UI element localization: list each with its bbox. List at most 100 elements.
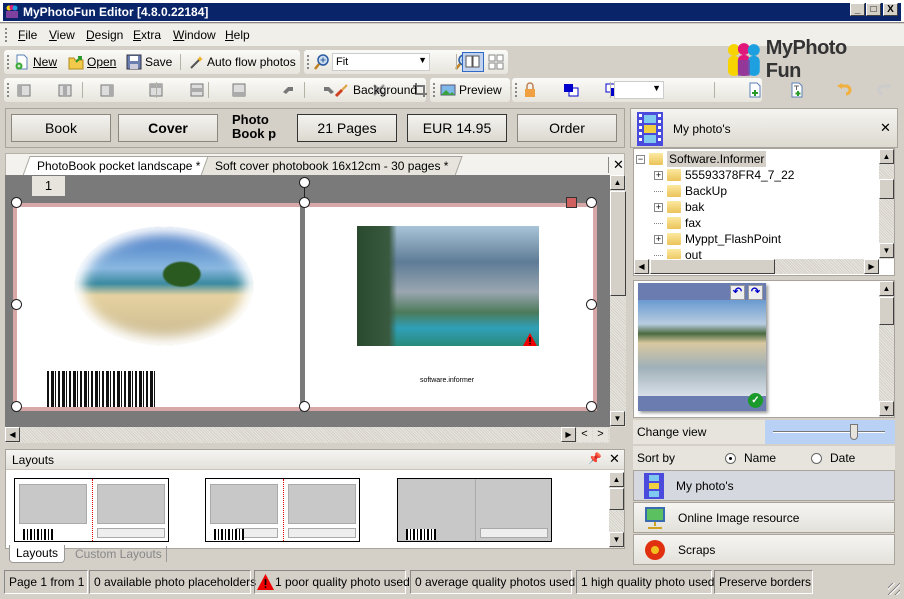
bring-forward-icon[interactable] xyxy=(280,82,296,98)
two-page-view-button[interactable] xyxy=(462,52,484,72)
cover-button[interactable]: Cover xyxy=(118,114,218,142)
undo-icon[interactable] xyxy=(836,82,852,98)
redo-icon[interactable] xyxy=(877,82,893,98)
book-button[interactable]: Book xyxy=(11,114,111,142)
expand-icon[interactable]: + xyxy=(654,234,663,244)
expand-icon[interactable]: + xyxy=(654,202,663,212)
canvas-horizontal-scrollbar[interactable]: ◀ ▶ < > xyxy=(5,427,610,443)
resize-handle[interactable] xyxy=(586,401,597,412)
lock-icon[interactable] xyxy=(522,82,538,98)
zoom-select[interactable]: Fit ▼ xyxy=(332,53,430,71)
section-my-photos[interactable]: My photo's xyxy=(633,470,895,501)
minimize-button[interactable]: _ xyxy=(850,3,865,16)
beach-photo[interactable] xyxy=(75,227,253,345)
close-tab-icon[interactable]: ✕ xyxy=(608,157,624,173)
scroll-thumb[interactable] xyxy=(879,179,894,199)
tree-item[interactable]: fax xyxy=(654,215,701,231)
resize-grip-icon[interactable] xyxy=(888,583,900,595)
close-panel-icon[interactable]: ✕ xyxy=(609,451,620,467)
resize-handle[interactable] xyxy=(11,197,22,208)
thumbs-scrollbar[interactable]: ▲ ▼ xyxy=(879,281,894,417)
resize-handle[interactable] xyxy=(11,401,22,412)
resize-handle[interactable] xyxy=(299,401,310,412)
pin-icon[interactable]: 📌 xyxy=(588,452,602,465)
menu-window[interactable]: Window xyxy=(173,28,216,42)
align-right-icon[interactable] xyxy=(99,82,115,98)
menu-file[interactable]: File xyxy=(18,28,37,42)
layout-thumbnail[interactable] xyxy=(397,478,552,542)
previous-page-button[interactable]: < xyxy=(577,428,592,442)
expand-icon[interactable]: + xyxy=(654,170,663,180)
scroll-left-icon[interactable]: ◀ xyxy=(5,427,20,442)
scroll-thumb[interactable] xyxy=(650,259,775,274)
align-middle-icon[interactable] xyxy=(189,82,205,98)
scroll-left-icon[interactable]: ◀ xyxy=(634,259,649,274)
scroll-down-icon[interactable]: ▼ xyxy=(610,411,625,426)
scroll-down-icon[interactable]: ▼ xyxy=(879,401,894,416)
thumbnail-size-slider[interactable] xyxy=(765,420,895,444)
new-button[interactable]: New xyxy=(14,53,57,71)
align-center-icon[interactable] xyxy=(57,82,73,98)
resize-handle[interactable] xyxy=(586,299,597,310)
layout-thumbnail[interactable] xyxy=(14,478,169,542)
scroll-up-icon[interactable]: ▲ xyxy=(879,149,894,164)
page-marker[interactable] xyxy=(566,197,577,208)
align-left-icon[interactable] xyxy=(16,82,32,98)
resize-handle[interactable] xyxy=(586,197,597,208)
scroll-right-icon[interactable]: ▶ xyxy=(561,427,576,442)
auto-flow-photos-button[interactable]: Auto flow photos xyxy=(188,53,296,71)
tree-item[interactable]: + bak xyxy=(654,199,704,215)
slider-thumb[interactable] xyxy=(849,424,858,440)
close-window-button[interactable]: X xyxy=(883,3,898,16)
tab-custom-layouts[interactable]: Custom Layouts xyxy=(71,546,167,562)
next-page-button[interactable]: > xyxy=(593,428,608,442)
tree-item[interactable]: +55593378FR4_7_22 xyxy=(654,167,794,183)
order-button[interactable]: Order xyxy=(517,114,617,142)
grid-view-icon[interactable] xyxy=(487,53,505,71)
tree-item[interactable]: BackUp xyxy=(654,183,727,199)
tree-vertical-scrollbar[interactable]: ▲ ▼ xyxy=(879,149,894,259)
scroll-right-icon[interactable]: ▶ xyxy=(864,259,879,274)
add-page-icon[interactable] xyxy=(747,82,763,98)
tab-photobook-pocket[interactable]: PhotoBook pocket landscape * xyxy=(22,156,216,176)
tab-layouts[interactable]: Layouts xyxy=(9,545,66,563)
collapse-icon[interactable]: − xyxy=(636,154,645,164)
left-page[interactable] xyxy=(13,203,300,411)
scroll-down-icon[interactable]: ▼ xyxy=(879,243,894,258)
close-panel-icon[interactable]: ✕ xyxy=(880,120,891,136)
menu-design[interactable]: Design xyxy=(86,28,123,42)
sort-date-radio[interactable]: Date xyxy=(811,451,855,465)
zoom-in-icon[interactable] xyxy=(314,54,330,70)
preview-button[interactable]: Preview xyxy=(440,81,502,99)
tree-item[interactable]: + Myppt_FlashPoint xyxy=(654,231,781,247)
menu-extra[interactable]: Extra xyxy=(133,28,161,42)
sort-name-radio[interactable]: Name xyxy=(725,451,776,465)
section-online-image-resource[interactable]: Online Image resource xyxy=(633,502,895,533)
scroll-thumb[interactable] xyxy=(879,297,894,325)
layout-thumbnail[interactable] xyxy=(205,478,360,542)
menu-view[interactable]: View xyxy=(49,28,75,42)
scroll-up-icon[interactable]: ▲ xyxy=(610,175,625,190)
section-scraps[interactable]: Scraps xyxy=(633,534,895,565)
tab-soft-cover[interactable]: Soft cover photobook 16x12cm - 30 pages … xyxy=(200,156,464,176)
add-text-page-icon[interactable] xyxy=(789,82,805,98)
background-button[interactable]: Background xyxy=(334,81,417,99)
scroll-thumb[interactable] xyxy=(610,191,626,296)
photo-thumbnail[interactable]: ↶ ↷ ✓ xyxy=(638,283,766,411)
layouts-scrollbar[interactable]: ▲ ▼ xyxy=(609,472,624,548)
rotate-left-icon[interactable]: ↶ xyxy=(730,285,745,300)
page-canvas[interactable]: 1 software.informer xyxy=(5,175,610,427)
resize-handle[interactable] xyxy=(11,299,22,310)
bring-to-front-icon[interactable] xyxy=(563,82,579,98)
menu-help[interactable]: Help xyxy=(225,28,250,42)
right-page[interactable]: software.informer xyxy=(305,203,597,411)
size-select[interactable]: ▼ xyxy=(614,81,664,99)
mountain-lake-photo[interactable] xyxy=(357,226,539,346)
align-bottom-icon[interactable] xyxy=(231,82,247,98)
page-number-tab[interactable]: 1 xyxy=(32,176,65,196)
scroll-thumb[interactable] xyxy=(609,488,624,510)
rotate-right-icon[interactable]: ↷ xyxy=(748,285,763,300)
scroll-up-icon[interactable]: ▲ xyxy=(879,281,894,296)
tree-horizontal-scrollbar[interactable]: ◀ ▶ xyxy=(634,259,879,274)
canvas-vertical-scrollbar[interactable]: ▲ ▼ xyxy=(610,175,626,427)
